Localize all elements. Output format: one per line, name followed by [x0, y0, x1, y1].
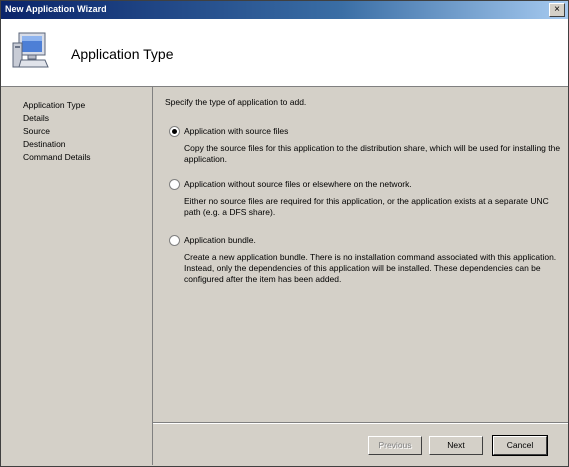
wizard-header: Application Type: [1, 19, 568, 87]
option-label[interactable]: Application with source files: [184, 126, 288, 136]
window-title: New Application Wizard: [5, 4, 107, 14]
option-description: Either no source files are required for …: [184, 196, 549, 217]
nav-item-application-type: Application Type: [23, 100, 86, 110]
option-label[interactable]: Application bundle.: [184, 235, 256, 245]
close-icon: ×: [554, 4, 560, 15]
radio-with-source-files[interactable]: [169, 126, 180, 137]
instruction-text: Specify the type of application to add.: [165, 97, 307, 107]
next-button[interactable]: Next: [429, 436, 483, 455]
wizard-steps-nav: Application Type Details Source Destinat…: [3, 87, 153, 465]
nav-item-details: Details: [23, 113, 49, 123]
cancel-button[interactable]: Cancel: [492, 435, 548, 456]
nav-item-source: Source: [23, 126, 50, 136]
title-bar[interactable]: New Application Wizard ×: [1, 1, 568, 19]
wizard-content: Specify the type of application to add. …: [153, 87, 568, 465]
nav-item-destination: Destination: [23, 139, 66, 149]
nav-item-command-details: Command Details: [23, 152, 91, 162]
radio-without-source-files[interactable]: [169, 179, 180, 190]
footer-divider: [153, 422, 568, 424]
option-description: Create a new application bundle. There i…: [184, 252, 557, 284]
radio-application-bundle[interactable]: [169, 235, 180, 246]
option-label[interactable]: Application without source files or else…: [184, 179, 412, 189]
wizard-window: New Application Wizard × Application Typ…: [0, 0, 569, 467]
radio-selected-dot: [172, 129, 177, 134]
option-description: Copy the source files for this applicati…: [184, 143, 561, 164]
page-title: Application Type: [71, 46, 174, 62]
computer-icon: [12, 32, 49, 68]
previous-button[interactable]: Previous: [368, 436, 422, 455]
close-button[interactable]: ×: [549, 3, 565, 17]
